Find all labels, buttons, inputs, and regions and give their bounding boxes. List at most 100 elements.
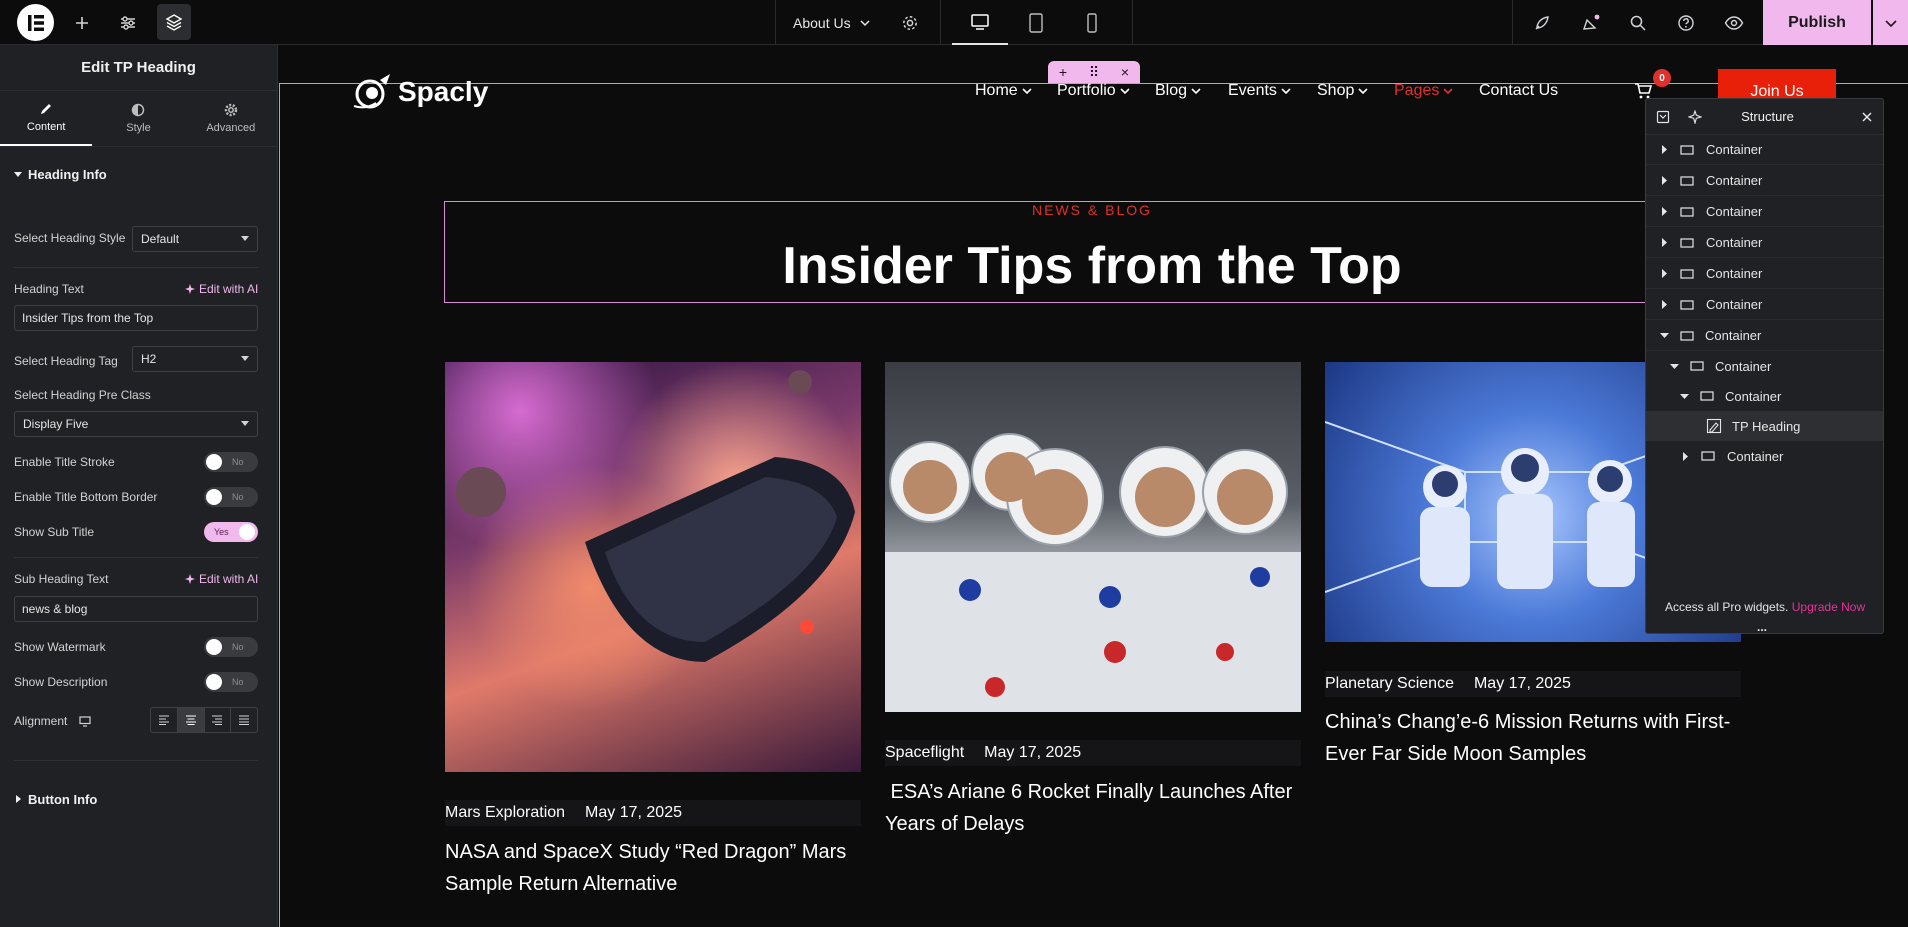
align-center-icon[interactable] [177,708,205,732]
post-date: May 17, 2025 [984,744,1082,761]
mobile-view-icon[interactable] [1080,0,1104,45]
nav-item-home[interactable]: Home [975,82,1033,100]
align-justify-icon[interactable] [231,708,257,732]
page-settings-gear-icon[interactable] [898,0,922,45]
edit-with-ai-button[interactable]: Edit with AI [184,572,258,586]
structure-row-container[interactable]: Container [1646,290,1883,320]
structure-row-tp-heading[interactable]: TP Heading [1646,411,1883,441]
structure-row-container[interactable]: Container [1646,321,1883,351]
chevron-down-icon [1281,88,1291,95]
delete-section-icon[interactable]: × [1121,64,1129,80]
post-image-young-astronauts[interactable] [885,362,1301,712]
container-icon [1680,237,1694,248]
tablet-view-icon[interactable] [1024,0,1048,45]
container-icon [1680,175,1694,186]
publish-button[interactable]: Publish [1763,0,1871,45]
site-settings-icon[interactable] [116,0,140,45]
post-category[interactable]: Spaceflight [885,744,964,762]
nav-item-shop[interactable]: Shop [1317,82,1369,100]
structure-row-container[interactable]: Container [1646,381,1883,411]
caret-down-icon [1670,363,1679,369]
post-category[interactable]: Planetary Science [1325,675,1454,693]
tab-style[interactable]: Style [92,91,184,146]
show-watermark-toggle[interactable]: No [204,637,258,657]
post-title-line: Years of Delays [885,813,1025,835]
select-heading-pre-class[interactable]: Display Five [14,411,258,437]
sub-heading-text-input[interactable]: news & blog [14,596,258,622]
post-title[interactable]: China’s Chang’e-6 Mission Returns with F… [1325,706,1741,770]
tab-advanced-label: Advanced [206,122,256,134]
post-meta: Planetary Science May 17, 2025 [1325,671,1741,697]
structure-layers-icon[interactable] [157,4,191,40]
toggle-label: No [232,677,244,687]
container-icon [1680,330,1694,341]
nav-item-events[interactable]: Events [1228,82,1292,100]
rocket-icon[interactable] [1530,0,1554,45]
enable-title-stroke-toggle[interactable]: No [204,452,258,472]
align-left-icon[interactable] [151,708,178,732]
tab-advanced[interactable]: Advanced [185,91,277,146]
structure-row-container[interactable]: Container [1646,351,1883,381]
upgrade-now-link[interactable]: Upgrade Now [1792,600,1865,614]
add-element-icon[interactable] [70,0,94,45]
nav-item-portfolio[interactable]: Portfolio [1057,82,1131,100]
select-heading-tag-value: H2 [141,352,157,366]
enable-title-bottom-border-toggle[interactable]: No [204,487,258,507]
elementor-logo-icon[interactable] [17,4,54,41]
structure-row-container[interactable]: Container [1646,441,1883,471]
magic-sparkle-icon[interactable] [1688,109,1702,124]
post-title[interactable]: NASA and SpaceX Study “Red Dragon” Mars … [445,836,861,900]
post-category[interactable]: Mars Exploration [445,804,565,822]
heading-text-input[interactable]: Insider Tips from the Top [14,305,258,331]
container-icon [1680,299,1694,310]
structure-row-label: Container [1706,297,1763,312]
structure-row-label: Container [1706,266,1763,281]
upgrade-promo: Access all Pro widgets. Upgrade Now [1665,600,1865,614]
chevron-down-icon [1120,88,1130,95]
show-sub-title-toggle[interactable]: Yes [204,522,258,542]
select-heading-tag[interactable]: H2 [132,346,258,372]
align-right-icon[interactable] [205,708,232,732]
structure-row-container[interactable]: Container [1646,135,1883,165]
caret-down-icon [14,172,22,177]
structure-row-container[interactable]: Container [1646,166,1883,196]
resize-handle-dots[interactable]: ... [1757,620,1767,634]
post-image-spaceship[interactable] [445,362,861,772]
post-date: May 17, 2025 [1473,675,1571,692]
structure-row-container[interactable]: Container [1646,228,1883,258]
nav-item-pages[interactable]: Pages [1394,82,1454,100]
nav-item-contact-us[interactable]: Contact Us [1479,82,1558,100]
structure-panel: Structure Container Container Container … [1645,98,1884,634]
publish-options-chevron-icon[interactable] [1873,0,1908,45]
caret-right-icon [1662,145,1667,154]
post-title[interactable]: ESA’s Ariane 6 Rocket Finally Launches A… [885,776,1301,840]
show-description-toggle[interactable]: No [204,672,258,692]
structure-row-container[interactable]: Container [1646,259,1883,289]
search-icon[interactable] [1626,0,1650,45]
post-title-line: Ever Far Side Moon Samples [1325,743,1587,765]
preview-eye-icon[interactable] [1722,0,1746,45]
help-icon[interactable] [1674,0,1698,45]
container-icon [1680,206,1694,217]
section-heading-info[interactable]: Heading Info [0,147,277,201]
add-section-icon[interactable]: + [1059,64,1067,80]
page-selector[interactable]: About Us [793,0,871,45]
caret-right-icon [16,795,21,803]
desktop-view-icon[interactable] [952,0,1008,45]
edit-with-ai-button[interactable]: Edit with AI [184,282,258,296]
section-handle[interactable]: + ⠿ × [1048,61,1140,83]
structure-row-container[interactable]: Container [1646,197,1883,227]
nav-label: Events [1228,82,1277,99]
drag-handle-icon[interactable]: ⠿ [1089,64,1099,81]
select-heading-style[interactable]: Default [132,226,258,252]
collapse-all-icon[interactable] [1656,110,1670,124]
tab-content[interactable]: Content [0,91,93,146]
toggle-label: No [232,457,244,467]
site-brand-name: Spacly [398,76,489,107]
close-icon[interactable] [1861,111,1873,123]
announcements-icon[interactable] [1579,0,1603,45]
section-button-info[interactable]: Button Info [0,772,278,826]
nav-item-blog[interactable]: Blog [1155,82,1202,100]
site-logo[interactable]: Spacly [350,72,488,112]
chevron-down-icon [1443,88,1453,95]
